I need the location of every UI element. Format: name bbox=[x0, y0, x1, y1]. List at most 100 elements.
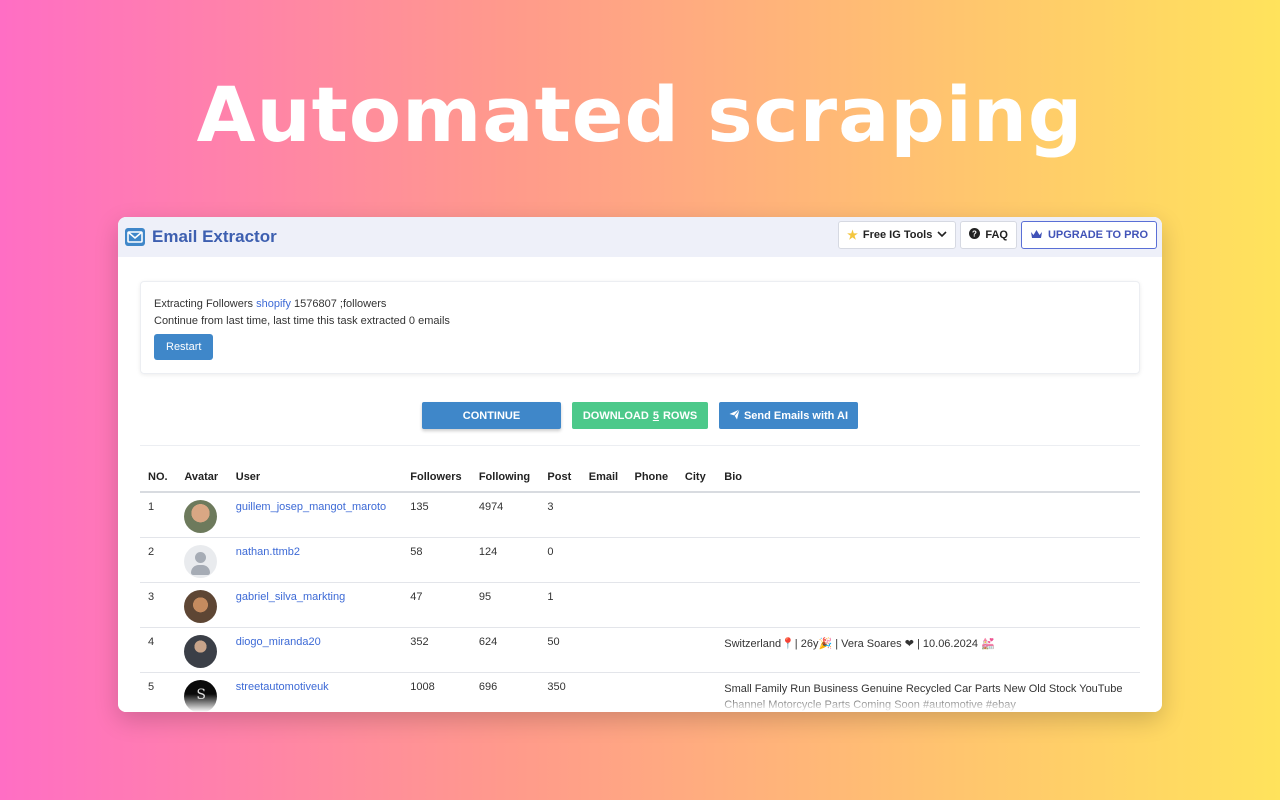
email-cell bbox=[581, 492, 627, 537]
free-ig-tools-dropdown[interactable]: ★ Free IG Tools bbox=[838, 221, 956, 249]
avatar[interactable] bbox=[184, 500, 217, 533]
following-cell: 124 bbox=[471, 537, 540, 582]
col-no[interactable]: NO. bbox=[140, 462, 176, 492]
phone-cell bbox=[627, 582, 677, 627]
account-link[interactable]: shopify bbox=[256, 298, 291, 310]
phone-cell bbox=[627, 537, 677, 582]
phone-cell bbox=[627, 492, 677, 537]
city-cell bbox=[677, 492, 716, 537]
city-cell bbox=[677, 582, 716, 627]
col-city[interactable]: City bbox=[677, 462, 716, 492]
faq-button[interactable]: ? FAQ bbox=[960, 221, 1017, 249]
brand[interactable]: Email Extractor bbox=[124, 227, 277, 247]
col-email[interactable]: Email bbox=[581, 462, 627, 492]
phone-cell bbox=[627, 627, 677, 672]
city-cell bbox=[677, 627, 716, 672]
avatar-cell bbox=[176, 627, 227, 672]
email-cell bbox=[581, 627, 627, 672]
post-cell: 3 bbox=[539, 492, 580, 537]
avatar[interactable] bbox=[184, 545, 217, 578]
post-cell: 1 bbox=[539, 582, 580, 627]
app-title: Email Extractor bbox=[152, 227, 277, 247]
bio-cell: Switzerland📍| 26y🎉 | Vera Soares ❤ | 10.… bbox=[716, 627, 1140, 672]
following-cell: 4974 bbox=[471, 492, 540, 537]
row-number: 3 bbox=[140, 582, 176, 627]
followers-cell: 135 bbox=[402, 492, 471, 537]
bio-cell bbox=[716, 582, 1140, 627]
col-user[interactable]: User bbox=[228, 462, 403, 492]
followers-cell: 58 bbox=[402, 537, 471, 582]
continue-note: Continue from last time, last time this … bbox=[154, 313, 1126, 330]
table-header-row: NO. Avatar User Followers Following Post… bbox=[140, 462, 1140, 492]
col-post[interactable]: Post bbox=[539, 462, 580, 492]
avatar-cell bbox=[176, 492, 227, 537]
avatar-cell bbox=[176, 537, 227, 582]
username-link[interactable]: nathan.ttmb2 bbox=[236, 546, 300, 558]
download-count: 5 bbox=[653, 410, 659, 422]
bio-cell bbox=[716, 537, 1140, 582]
table-row: 2 nathan.ttmb2 58 124 0 bbox=[140, 537, 1140, 582]
continue-label: CONTINUE bbox=[463, 410, 520, 422]
table-row: 3 gabriel_silva_markting 47 95 1 bbox=[140, 582, 1140, 627]
paper-plane-icon bbox=[729, 409, 740, 423]
svg-text:?: ? bbox=[972, 230, 977, 239]
col-avatar[interactable]: Avatar bbox=[176, 462, 227, 492]
send-emails-button[interactable]: Send Emails with AI bbox=[719, 402, 858, 429]
download-rows-button[interactable]: DOWNLOAD 5 ROWS bbox=[572, 402, 708, 429]
status-prefix: Extracting Followers bbox=[154, 298, 253, 310]
continue-button[interactable]: CONTINUE bbox=[422, 402, 561, 429]
username-link[interactable]: gabriel_silva_markting bbox=[236, 591, 345, 603]
username-link[interactable]: streetautomotiveuk bbox=[236, 681, 329, 693]
main-content: Extracting Followers shopify 1576807 ;fo… bbox=[118, 257, 1162, 712]
following-cell: 624 bbox=[471, 627, 540, 672]
bottom-fade bbox=[118, 694, 1162, 712]
free-ig-tools-label: Free IG Tools bbox=[863, 229, 932, 241]
bio-cell bbox=[716, 492, 1140, 537]
following-cell: 95 bbox=[471, 582, 540, 627]
col-phone[interactable]: Phone bbox=[627, 462, 677, 492]
email-cell bbox=[581, 537, 627, 582]
post-cell: 0 bbox=[539, 537, 580, 582]
row-number: 2 bbox=[140, 537, 176, 582]
app-window: Email Extractor ★ Free IG Tools ? FAQ bbox=[118, 217, 1162, 712]
upgrade-to-pro-button[interactable]: UPGRADE TO PRO bbox=[1021, 221, 1157, 249]
table-row: 1 guillem_josep_mangot_maroto 135 4974 3 bbox=[140, 492, 1140, 537]
username-link[interactable]: guillem_josep_mangot_maroto bbox=[236, 501, 386, 513]
username-link[interactable]: diogo_miranda20 bbox=[236, 636, 321, 648]
download-suffix: ROWS bbox=[663, 410, 697, 422]
upgrade-label: UPGRADE TO PRO bbox=[1048, 229, 1148, 241]
avatar[interactable] bbox=[184, 635, 217, 668]
avatar[interactable] bbox=[184, 590, 217, 623]
city-cell bbox=[677, 537, 716, 582]
faq-label: FAQ bbox=[985, 229, 1008, 241]
user-cell: diogo_miranda20 bbox=[228, 627, 403, 672]
email-cell bbox=[581, 582, 627, 627]
headline: Automated scraping bbox=[0, 70, 1280, 159]
col-following[interactable]: Following bbox=[471, 462, 540, 492]
user-cell: gabriel_silva_markting bbox=[228, 582, 403, 627]
row-number: 1 bbox=[140, 492, 176, 537]
col-bio[interactable]: Bio bbox=[716, 462, 1140, 492]
envelope-icon bbox=[124, 227, 146, 247]
row-number: 4 bbox=[140, 627, 176, 672]
star-icon: ★ bbox=[847, 228, 858, 242]
chevron-down-icon bbox=[937, 229, 947, 241]
send-emails-label: Send Emails with AI bbox=[744, 410, 848, 422]
download-prefix: DOWNLOAD bbox=[583, 410, 649, 422]
followers-cell: 352 bbox=[402, 627, 471, 672]
results-table: NO. Avatar User Followers Following Post… bbox=[140, 462, 1140, 712]
user-cell: nathan.ttmb2 bbox=[228, 537, 403, 582]
restart-button[interactable]: Restart bbox=[154, 334, 213, 360]
status-card: Extracting Followers shopify 1576807 ;fo… bbox=[140, 281, 1140, 374]
table-row: 4 diogo_miranda20 352 624 50 Switzerland… bbox=[140, 627, 1140, 672]
status-line: Extracting Followers shopify 1576807 ;fo… bbox=[154, 296, 1126, 313]
top-nav: ★ Free IG Tools ? FAQ UPGRADE TO PRO bbox=[838, 221, 1157, 249]
post-cell: 50 bbox=[539, 627, 580, 672]
followers-cell: 47 bbox=[402, 582, 471, 627]
action-bar: CONTINUE DOWNLOAD 5 ROWS Send Emails wit… bbox=[140, 402, 1140, 446]
top-bar: Email Extractor ★ Free IG Tools ? FAQ bbox=[118, 217, 1162, 257]
user-cell: guillem_josep_mangot_maroto bbox=[228, 492, 403, 537]
col-followers[interactable]: Followers bbox=[402, 462, 471, 492]
crown-icon bbox=[1030, 229, 1043, 242]
avatar-cell bbox=[176, 582, 227, 627]
